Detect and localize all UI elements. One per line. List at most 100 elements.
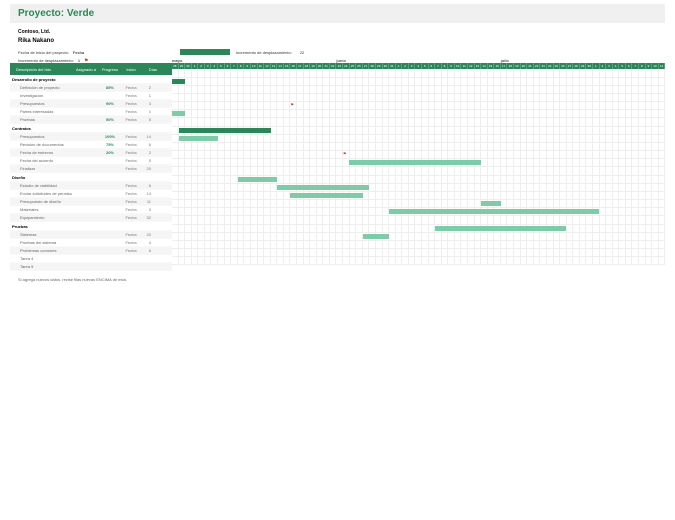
chart-row	[172, 78, 665, 86]
chart-panel[interactable]: mayojuniojulio 2829301234567891011121314…	[172, 57, 665, 271]
task-row[interactable]: Pruebas del sistemaFecha4	[10, 239, 172, 247]
legend-num: 22	[300, 50, 304, 55]
chart-row	[172, 94, 665, 102]
gantt-bar[interactable]	[389, 209, 599, 214]
task-desc: Investigación	[10, 93, 74, 98]
gantt-bar[interactable]	[277, 185, 369, 190]
task-row[interactable]: FinalizarFecha20	[10, 165, 172, 173]
phase-row[interactable]: Contratos	[10, 124, 172, 133]
chart-row	[172, 143, 665, 151]
chart-row	[172, 192, 665, 200]
task-prog: 75%	[99, 142, 121, 147]
task-row[interactable]: Presupuestos90%Fecha3	[10, 100, 172, 108]
task-dias: 3	[141, 101, 159, 106]
col-dias: Días	[141, 67, 159, 72]
task-desc: Equipamiento	[10, 215, 74, 220]
task-ini: Fecha	[121, 150, 141, 155]
task-desc: Materiales	[10, 207, 74, 212]
task-dias: 11	[141, 199, 159, 204]
task-dias: 6	[141, 142, 159, 147]
chart-row	[172, 225, 665, 233]
task-ini: Fecha	[121, 109, 141, 114]
column-headers: Descripción del hito Asignado a Progreso…	[10, 63, 172, 75]
task-dias: 32	[141, 215, 159, 220]
task-ini: Fecha	[121, 191, 141, 196]
task-row[interactable]: Revisión de documentos75%Fecha6	[10, 141, 172, 149]
task-prog: 20%	[99, 150, 121, 155]
gantt-bar[interactable]	[172, 111, 185, 116]
gantt-bar[interactable]	[172, 79, 185, 84]
start-date-label: Fecha de inicio del proyecto:	[18, 50, 69, 56]
task-row[interactable]: EquipamientoFecha32	[10, 214, 172, 222]
title-bar: Proyecto: Verde	[10, 4, 665, 23]
task-row[interactable]: Enviar solicitudes de permiso Fecha14	[10, 190, 172, 198]
chart-row	[172, 118, 665, 127]
task-row[interactable]: Presupuestos100%Fecha14	[10, 133, 172, 141]
col-ini: Inicio	[121, 67, 141, 72]
chart-row	[172, 257, 665, 265]
footer-note: Si agrega nuevos datos, revise filas nue…	[10, 271, 665, 288]
milestone-flag-icon: ⚑	[290, 102, 294, 107]
task-dias: 4	[141, 240, 159, 245]
task-desc: Estudio de viabilidad	[10, 183, 74, 188]
task-ini: Fecha	[121, 101, 141, 106]
task-desc: Problemas comunes	[10, 248, 74, 253]
gantt-bar[interactable]	[363, 234, 389, 239]
task-dias: 6	[141, 248, 159, 253]
legend-bar	[180, 49, 230, 55]
task-desc: Pruebas del sistema	[10, 240, 74, 245]
task-prog: 85%	[99, 85, 121, 90]
task-desc: Fecha de entrevos	[10, 150, 74, 155]
task-row[interactable]: MaterialesFecha3	[10, 206, 172, 214]
task-ini: Fecha	[121, 93, 141, 98]
task-desc: Tarea 4	[10, 256, 74, 261]
task-row[interactable]: Definición de proyecto85%Fecha2	[10, 84, 172, 92]
project-title: Proyecto: Verde	[18, 8, 657, 19]
chart-row	[172, 241, 665, 249]
task-row[interactable]: Fecha de entrevos20%Fecha2	[10, 149, 172, 157]
manager-name: Rika Nakano	[18, 37, 657, 46]
gantt-bar[interactable]	[238, 177, 277, 182]
col-asig: Asignado a	[74, 67, 99, 72]
task-desc: Sistemas	[10, 232, 74, 237]
phase-row[interactable]: Diseño	[10, 173, 172, 182]
task-panel: Descripción del hito Asignado a Progreso…	[10, 57, 172, 271]
task-ini: Fecha	[121, 199, 141, 204]
month-label: junio	[336, 58, 500, 63]
chart-row	[172, 135, 665, 143]
gantt-bar[interactable]	[435, 226, 566, 231]
task-dias: 14	[141, 191, 159, 196]
col-prog: Progreso	[99, 67, 121, 72]
task-row[interactable]: SistemasFecha20	[10, 231, 172, 239]
task-row[interactable]: InvestigaciónFecha1	[10, 92, 172, 100]
task-dias: 2	[141, 85, 159, 90]
task-ini: Fecha	[121, 248, 141, 253]
task-desc: Contratos	[10, 126, 74, 131]
task-prog: 100%	[99, 134, 121, 139]
gantt-bar[interactable]	[179, 136, 218, 141]
task-row[interactable]: Partes interesadasFecha1	[10, 108, 172, 116]
task-row[interactable]: Tarea 4	[10, 255, 172, 263]
task-ini: Fecha	[121, 183, 141, 188]
gantt-bar[interactable]	[481, 201, 501, 206]
gantt-bar[interactable]	[179, 128, 271, 133]
chart-row	[172, 159, 665, 167]
task-row[interactable]: Problemas comunes Fecha6	[10, 247, 172, 255]
chart-row	[172, 233, 665, 241]
gantt-bar[interactable]	[290, 193, 362, 198]
phase-row[interactable]: Desarrollo de proyecto	[10, 75, 172, 84]
task-row[interactable]: Estudio de viabilidad Fecha6	[10, 182, 172, 190]
task-desc: Pruebas	[10, 224, 74, 229]
task-row[interactable]: Tarea 5	[10, 263, 172, 271]
task-row[interactable]: Presupuesto de diseñoFecha11	[10, 198, 172, 206]
chart-row	[172, 176, 665, 184]
task-desc: Desarrollo de proyecto	[10, 77, 74, 82]
task-row[interactable]: Fecha del acuerdoFecha5	[10, 157, 172, 165]
task-dias: 6	[141, 183, 159, 188]
task-prog: 50%	[99, 117, 121, 122]
task-desc: Enviar solicitudes de permiso	[10, 191, 74, 196]
phase-row[interactable]: Pruebas	[10, 222, 172, 231]
gantt-bar[interactable]	[349, 160, 480, 165]
task-row[interactable]: Pruebas50%Fecha5	[10, 116, 172, 124]
task-dias: 14	[141, 134, 159, 139]
